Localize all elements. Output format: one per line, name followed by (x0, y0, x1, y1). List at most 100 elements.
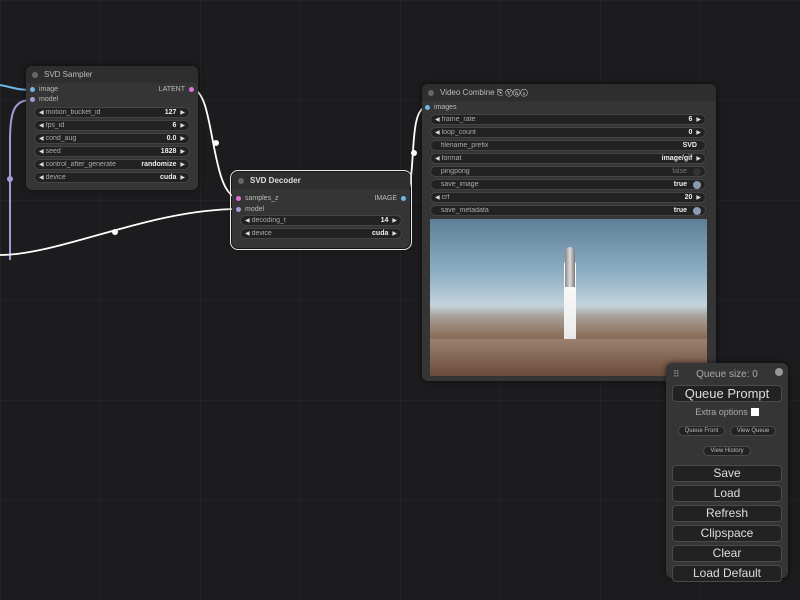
decrement-arrow-icon[interactable]: ◀ (39, 109, 44, 116)
clipspace-button[interactable]: Clipspace (672, 525, 782, 542)
widget-value: 6 (172, 122, 177, 129)
settings-gear-icon[interactable] (775, 368, 783, 376)
drag-handle-icon[interactable]: ⠿ (673, 369, 680, 380)
svd-decoder-node[interactable]: SVD Decoder samples_z model IMAGE ◀ deco… (230, 170, 412, 250)
queue-size: Queue size: 0 (696, 369, 758, 380)
widget-value: 0.0 (166, 135, 177, 142)
widget-save-metadata[interactable]: save_metadata true (430, 205, 706, 216)
extra-options-checkbox[interactable] (750, 408, 759, 416)
widget-label: seed (45, 148, 61, 155)
decrement-arrow-icon[interactable]: ◀ (435, 116, 440, 123)
widget-value: true (673, 207, 687, 214)
widget-format[interactable]: ◀ format image/gif ▶ (430, 153, 706, 164)
widget-value: cuda (372, 230, 389, 237)
increment-arrow-icon[interactable]: ▶ (180, 135, 185, 142)
widget-seed[interactable]: ◀ seed 1828 ▶ (34, 146, 190, 157)
queue-front-button[interactable]: Queue Front (677, 426, 726, 436)
increment-arrow-icon[interactable]: ▶ (180, 109, 185, 116)
widget-frame-rate[interactable]: ◀ frame_rate 6 ▶ (430, 114, 706, 125)
input-model[interactable]: model (30, 96, 58, 103)
increment-arrow-icon[interactable]: ▶ (392, 217, 397, 224)
widget-label: frame_rate (441, 116, 476, 123)
increment-arrow-icon[interactable]: ▶ (180, 148, 185, 155)
input-image[interactable]: image (30, 86, 58, 93)
load-button[interactable]: Load (672, 485, 782, 502)
widget-value: SVD (682, 142, 697, 149)
widget-fps-id[interactable]: ◀ fps_id 6 ▶ (34, 120, 190, 131)
widget-decoding-t[interactable]: ◀ decoding_t 14 ▶ (240, 215, 402, 226)
widget-label: save_metadata (440, 207, 489, 214)
view-queue-button[interactable]: View Queue (729, 426, 777, 436)
widget-value: false (672, 168, 687, 175)
widget-label: filename_prefix (440, 142, 489, 149)
decrement-arrow-icon[interactable]: ◀ (39, 161, 44, 168)
node-title[interactable]: SVD Decoder (232, 172, 410, 189)
decrement-arrow-icon[interactable]: ◀ (245, 230, 250, 237)
widget-label: save_image (440, 181, 479, 188)
decrement-arrow-icon[interactable]: ◀ (39, 135, 44, 142)
widget-label: format (441, 155, 462, 162)
input-images[interactable]: images (425, 104, 457, 111)
widget-motion-bucket-id[interactable]: ◀ motion_bucket_id 127 ▶ (34, 107, 190, 118)
increment-arrow-icon[interactable]: ▶ (696, 194, 701, 201)
widget-loop-count[interactable]: ◀ loop_count 0 ▶ (430, 127, 706, 138)
widget-value: 14 (380, 217, 389, 224)
widget-label: fps_id (45, 122, 65, 129)
widget-pingpong[interactable]: pingpong false (430, 166, 706, 177)
collapse-dot-icon[interactable] (32, 72, 38, 78)
widget-value: 20 (684, 194, 693, 201)
increment-arrow-icon[interactable]: ▶ (180, 174, 185, 181)
increment-arrow-icon[interactable]: ▶ (696, 155, 701, 162)
collapse-dot-icon[interactable] (238, 178, 244, 184)
output-latent[interactable]: LATENT (159, 86, 194, 93)
widget-device[interactable]: ◀ device cuda ▶ (34, 172, 190, 183)
widget-label: crf (441, 194, 450, 201)
decrement-arrow-icon[interactable]: ◀ (435, 194, 440, 201)
increment-arrow-icon[interactable]: ▶ (392, 230, 397, 237)
increment-arrow-icon[interactable]: ▶ (696, 129, 701, 136)
toggle-knob-icon[interactable] (693, 167, 701, 176)
load-default-button[interactable]: Load Default (672, 565, 782, 582)
widget-save-image[interactable]: save_image true (430, 179, 706, 190)
increment-arrow-icon[interactable]: ▶ (696, 116, 701, 123)
decrement-arrow-icon[interactable]: ◀ (39, 174, 44, 181)
widget-control-after-generate[interactable]: ◀ control_after_generate randomize ▶ (34, 159, 190, 170)
widget-value: true (673, 181, 687, 188)
widget-device[interactable]: ◀ device cuda ▶ (240, 228, 402, 239)
clear-button[interactable]: Clear (672, 545, 782, 562)
widget-label: device (45, 174, 66, 181)
widget-cond-aug[interactable]: ◀ cond_aug 0.0 ▶ (34, 133, 190, 144)
vhs-badge-icon: ⎘ Ⓥⓗⓢ (496, 87, 528, 97)
svd-sampler-node[interactable]: SVD Sampler image model LATENT ◀ motion_… (26, 66, 198, 190)
decrement-arrow-icon[interactable]: ◀ (435, 155, 440, 162)
widget-value: 6 (688, 116, 693, 123)
decrement-arrow-icon[interactable]: ◀ (39, 122, 44, 129)
input-samples-z[interactable]: samples_z (236, 195, 278, 202)
widget-label: device (251, 230, 272, 237)
view-history-button[interactable]: View History (703, 446, 751, 456)
queue-prompt-button[interactable]: Queue Prompt (672, 385, 782, 402)
widget-value: 1828 (160, 148, 177, 155)
collapse-dot-icon[interactable] (428, 90, 434, 96)
toggle-knob-icon[interactable] (693, 206, 701, 215)
video-combine-node[interactable]: Video Combine ⎘ Ⓥⓗⓢ images ◀ frame_rate 6… (422, 84, 716, 381)
refresh-button[interactable]: Refresh (672, 505, 782, 522)
widget-value: image/gif (661, 155, 693, 162)
output-image[interactable]: IMAGE (374, 195, 406, 202)
video-preview (430, 219, 707, 376)
decrement-arrow-icon[interactable]: ◀ (245, 217, 250, 224)
rocket (565, 247, 575, 287)
increment-arrow-icon[interactable]: ▶ (180, 161, 185, 168)
widget-crf[interactable]: ◀ crf 20 ▶ (430, 192, 706, 203)
widget-filename-prefix[interactable]: filename_prefix SVD (430, 140, 706, 151)
widget-value: cuda (160, 174, 177, 181)
node-title[interactable]: SVD Sampler (26, 66, 198, 83)
increment-arrow-icon[interactable]: ▶ (180, 122, 185, 129)
save-button[interactable]: Save (672, 465, 782, 482)
decrement-arrow-icon[interactable]: ◀ (435, 129, 440, 136)
input-model[interactable]: model (236, 206, 264, 213)
decrement-arrow-icon[interactable]: ◀ (39, 148, 44, 155)
toggle-knob-icon[interactable] (693, 180, 701, 189)
node-title[interactable]: Video Combine ⎘ Ⓥⓗⓢ (422, 84, 716, 101)
widget-label: control_after_generate (45, 161, 117, 168)
